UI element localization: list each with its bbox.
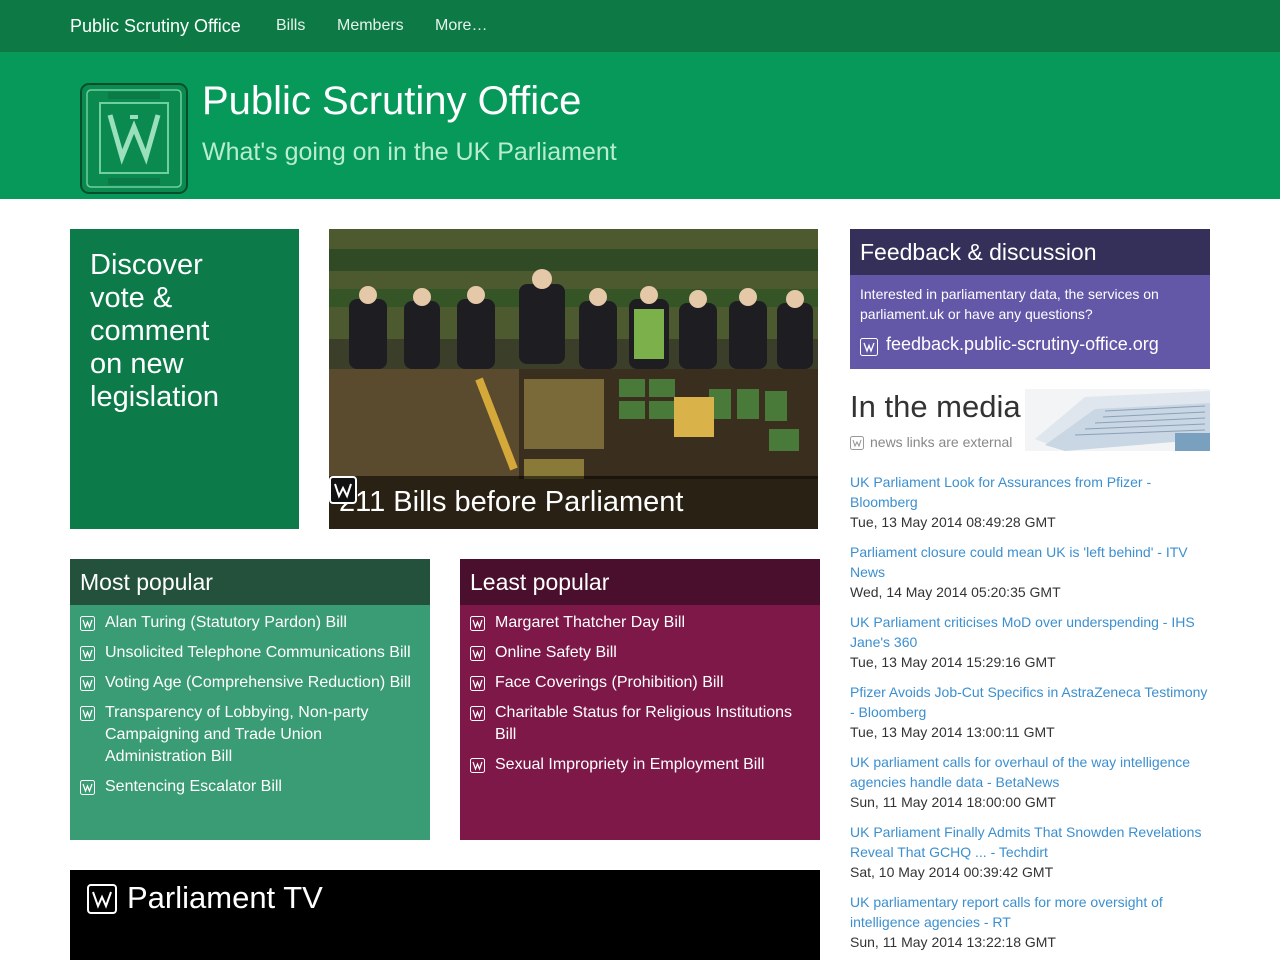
hero-bills-tile[interactable]: 211 Bills before Parliament [329, 229, 818, 529]
news-date: Sun, 11 May 2014 18:00:00 GMT [850, 794, 1056, 810]
bill-link[interactable]: Unsolicited Telephone Communications Bil… [105, 644, 411, 661]
discover-line: vote & [90, 282, 173, 314]
site-title: Public Scrutiny Office [202, 79, 582, 123]
least-popular-list: Margaret Thatcher Day Bill Online Safety… [460, 605, 820, 776]
news-link[interactable]: UK Parliament criticises MoD over unders… [850, 612, 1212, 652]
list-item[interactable]: Face Coverings (Prohibition) Bill [470, 672, 810, 694]
list-item: Parliament closure could mean UK is 'lef… [850, 542, 1212, 602]
bill-icon [80, 676, 95, 691]
discover-line: comment [90, 315, 210, 347]
news-link[interactable]: UK parliament calls for overhaul of the … [850, 752, 1212, 792]
news-link[interactable]: Pfizer Avoids Job-Cut Specifics in Astra… [850, 682, 1212, 722]
discover-line: on new [90, 348, 184, 380]
bill-icon [80, 706, 95, 721]
discover-line: Discover [90, 249, 203, 281]
most-popular-list: Alan Turing (Statutory Pardon) Bill Unso… [70, 605, 430, 798]
bill-link[interactable]: Transparency of Lobbying, Non-party Camp… [105, 704, 369, 765]
list-item[interactable]: Margaret Thatcher Day Bill [470, 612, 810, 634]
news-link[interactable]: UK Parliament Finally Admits That Snowde… [850, 822, 1212, 862]
list-item: UK parliamentary report calls for more o… [850, 892, 1212, 952]
list-item: UK Parliament Look for Assurances from P… [850, 472, 1212, 532]
bill-link[interactable]: Charitable Status for Religious Institut… [495, 704, 792, 743]
news-link[interactable]: UK parliamentary report calls for more o… [850, 892, 1212, 932]
hero-caption: 211 Bills before Parliament [329, 476, 818, 529]
hero-caption-text: 211 Bills before Parliament [339, 486, 684, 518]
bill-icon [80, 646, 95, 661]
list-item[interactable]: Sentencing Escalator Bill [80, 776, 420, 798]
bill-link[interactable]: Margaret Thatcher Day Bill [495, 614, 685, 631]
pso-seal-logo-icon[interactable] [80, 83, 188, 194]
discover-line: legislation [90, 381, 219, 413]
top-navbar: Public Scrutiny Office Bills Members Mor… [0, 0, 1280, 52]
feedback-text: Interested in parliamentary data, the se… [860, 286, 1159, 322]
nav-link-bills[interactable]: Bills [276, 17, 305, 35]
list-item[interactable]: Charitable Status for Religious Institut… [470, 702, 810, 746]
most-popular-panel: Most popular Alan Turing (Statutory Pard… [70, 559, 430, 840]
news-link[interactable]: UK Parliament Look for Assurances from P… [850, 472, 1212, 512]
list-item: Pfizer Avoids Job-Cut Specifics in Astra… [850, 682, 1212, 742]
news-date: Tue, 13 May 2014 15:29:16 GMT [850, 654, 1056, 670]
bill-icon [80, 616, 95, 631]
list-item: UK Parliament Finally Admits That Snowde… [850, 822, 1212, 882]
parliament-tv-panel[interactable]: Parliament TV [70, 870, 820, 960]
least-popular-panel: Least popular Margaret Thatcher Day Bill… [460, 559, 820, 840]
list-item[interactable]: Online Safety Bill [470, 642, 810, 664]
bill-icon [470, 616, 485, 631]
bill-link[interactable]: Online Safety Bill [495, 644, 617, 661]
most-popular-title: Most popular [70, 559, 430, 605]
external-link-icon [860, 338, 878, 356]
bill-icon [470, 706, 485, 721]
least-popular-title: Least popular [460, 559, 820, 605]
parliament-tv-title: Parliament TV [127, 880, 323, 915]
news-date: Wed, 14 May 2014 05:20:35 GMT [850, 584, 1061, 600]
discover-tile[interactable]: Discover vote & comment on new legislati… [70, 229, 299, 529]
bill-link[interactable]: Sexual Impropriety in Employment Bill [495, 756, 764, 773]
bill-link[interactable]: Voting Age (Comprehensive Reduction) Bil… [105, 674, 411, 691]
nav-link-more[interactable]: More… [435, 17, 487, 35]
list-item[interactable]: Sexual Impropriety in Employment Bill [470, 754, 810, 776]
list-item: UK parliament calls for overhaul of the … [850, 752, 1212, 812]
news-date: Sat, 10 May 2014 00:39:42 GMT [850, 864, 1054, 880]
news-date: Tue, 13 May 2014 13:00:11 GMT [850, 724, 1055, 740]
site-header: Public Scrutiny Office What's going on i… [0, 52, 1280, 199]
bill-link[interactable]: Alan Turing (Statutory Pardon) Bill [105, 614, 347, 631]
list-item[interactable]: Transparency of Lobbying, Non-party Camp… [80, 702, 420, 768]
external-link-icon [850, 436, 864, 450]
news-link[interactable]: Parliament closure could mean UK is 'lef… [850, 542, 1212, 582]
feedback-title: Feedback & discussion [850, 229, 1210, 275]
feedback-panel: Feedback & discussion Interested in parl… [850, 229, 1210, 369]
discover-text: Discover vote & comment on new legislati… [90, 249, 279, 414]
navbar-brand[interactable]: Public Scrutiny Office [70, 16, 241, 37]
media-title: In the media [850, 389, 1021, 424]
bill-icon [470, 646, 485, 661]
site-tagline: What's going on in the UK Parliament [202, 138, 617, 166]
news-date: Tue, 13 May 2014 08:49:28 GMT [850, 514, 1056, 530]
pso-seal-icon [329, 476, 357, 504]
list-item: UK Parliament criticises MoD over unders… [850, 612, 1212, 672]
bill-icon [470, 758, 485, 773]
bill-icon [470, 676, 485, 691]
bill-icon [80, 780, 95, 795]
newspapers-image [1025, 389, 1210, 451]
list-item[interactable]: Unsolicited Telephone Communications Bil… [80, 642, 420, 664]
list-item[interactable]: Voting Age (Comprehensive Reduction) Bil… [80, 672, 420, 694]
pso-seal-icon [87, 884, 117, 914]
list-item[interactable]: Alan Turing (Statutory Pardon) Bill [80, 612, 420, 634]
media-news-list: UK Parliament Look for Assurances from P… [850, 472, 1212, 960]
media-note: news links are external [850, 434, 1012, 450]
bill-link[interactable]: Sentencing Escalator Bill [105, 778, 282, 795]
feedback-link[interactable]: feedback.public-scrutiny-office.org [860, 334, 1159, 356]
media-note-text: news links are external [870, 434, 1013, 450]
news-date: Sun, 11 May 2014 13:22:18 GMT [850, 934, 1056, 950]
feedback-link-text[interactable]: feedback.public-scrutiny-office.org [886, 334, 1159, 354]
bill-link[interactable]: Face Coverings (Prohibition) Bill [495, 674, 724, 691]
nav-link-members[interactable]: Members [337, 17, 404, 35]
